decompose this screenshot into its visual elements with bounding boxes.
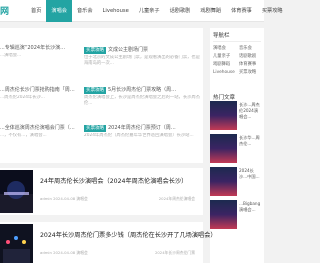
category-tag[interactable]: 买票攻略 [84,87,106,94]
article-tag[interactable]: 2024年长沙周杰伦门票 [155,250,195,256]
featured-item[interactable]: 买票攻略 5月长沙周杰伦门票攻略（周… 周杰伦演唱会上，长沙是周杰伦演唱会之后的一… [84,86,203,107]
tag-link[interactable]: 音乐会 [239,45,261,52]
featured-title[interactable]: 买票攻略 5月长沙周杰伦门票攻略（周… [84,86,203,95]
tag-link[interactable]: 体育赛事 [239,61,261,68]
tag-link[interactable]: Livehouse [213,69,235,76]
concert-image [0,224,33,263]
article-meta: admin 2024-04-08 演唱会 [40,196,88,201]
hot-articles-list: 长沙...周杰伦2024演唱会... 长沙华...周杰伦... 2024长沙..… [210,101,264,233]
featured-desc: 2024年周杰伦（周杰伦嘉年华世界巡回演唱会）长沙站... [84,133,194,138]
category-tag[interactable]: 买票攻略 [84,125,106,132]
tag-link[interactable]: 买票攻略 [239,69,261,76]
hot-article[interactable]: 长沙...周杰伦2024演唱会... [210,101,264,130]
tag-link[interactable]: 话剧歌剧 [239,53,261,60]
site-logo[interactable]: 网 [0,4,9,17]
tag-link[interactable]: 演唱会 [213,45,235,52]
nav-dance[interactable]: 戏剧舞蹈 [195,0,226,22]
sidebar-title: 导航栏 [213,31,261,42]
nav-drama[interactable]: 话剧歌剧 [165,0,196,22]
featured-title-text[interactable]: 文成公主剧场门票 [108,47,148,53]
featured-title-text[interactable]: 2024年周杰伦门票预订（周… [108,125,176,131]
nav-concert[interactable]: 演唱会 [46,0,72,22]
article-thumbnail[interactable] [0,170,33,213]
hot-article-thumbnail[interactable] [210,101,237,130]
nav-livehouse[interactable]: Livehouse [98,0,134,22]
nav-ticket-guide[interactable]: 买票攻略 [257,0,288,22]
nav-sports[interactable]: 体育赛事 [226,0,257,22]
article-tag[interactable]: 2024年周杰伦演唱会 [159,196,195,202]
featured-item[interactable]: 买票攻略 2024年周杰伦门票预订（周… 2024年周杰伦（周杰伦嘉年华世界巡回演… [84,124,203,145]
article-title[interactable]: 24年周杰伦长沙演唱会（2024年周杰伦演唱会长沙） [40,176,187,185]
category-tag[interactable]: 买票攻略 [84,47,106,54]
featured-section: ...专辑巡演“2024年长沙演… ...演唱会... ...周杰伦长沙门票抢购… [0,28,203,163]
article-thumbnail[interactable] [0,224,33,263]
nav-home[interactable]: 首页 [26,0,46,22]
article-card[interactable]: 2024年长沙周杰伦门票多少钱（周杰伦在长沙开了几场演唱会） admin 202… [0,222,217,263]
top-bar: 网 首页 演唱会 音乐会 Livehouse 儿童亲子 话剧歌剧 戏剧舞蹈 体育… [0,0,283,22]
featured-title[interactable]: 买票攻略 2024年周杰伦门票预订（周… [84,124,203,133]
article-card[interactable]: 24年周杰伦长沙演唱会（2024年周杰伦演唱会长沙） admin 2024-04… [0,168,203,215]
hot-article-thumbnail[interactable] [210,200,237,229]
hot-article-thumbnail[interactable] [210,167,237,196]
hot-article-thumbnail[interactable] [210,134,237,163]
nav-kids[interactable]: 儿童亲子 [134,0,165,22]
hot-article-title[interactable]: 长沙...周杰伦2024演唱会... [237,101,264,130]
article-title[interactable]: 2024年长沙周杰伦门票多少钱（周杰伦在长沙开了几场演唱会） [40,230,217,239]
hot-article-title[interactable]: 长沙华...周杰伦... [237,134,264,163]
hot-article-title[interactable]: ...Bigbang演唱会... [237,200,264,229]
hot-article-title[interactable]: 2024长沙...中国... [237,167,264,196]
hot-article[interactable]: 2024长沙...中国... [210,167,264,196]
nav-music[interactable]: 音乐会 [72,0,98,22]
featured-desc: 周杰伦演唱会上，长沙是周杰伦演唱会之后的一站，长沙周杰伦... [84,95,201,106]
tag-link[interactable]: 戏剧舞蹈 [213,61,235,68]
tag-list: 演唱会 音乐会 儿童亲子 话剧歌剧 戏剧舞蹈 体育赛事 Livehouse 买票… [210,42,264,79]
featured-item[interactable]: 买票攻略 文成公主剧场门票 位于北京的文成公主剧场门票，是观看演出的必备门票，也是… [84,46,203,67]
main-nav: 首页 演唱会 音乐会 Livehouse 儿童亲子 话剧歌剧 戏剧舞蹈 体育赛事… [26,0,288,22]
tag-link[interactable]: 儿童亲子 [213,53,235,60]
hot-article[interactable]: 长沙华...周杰伦... [210,134,264,163]
featured-desc: 位于北京的文成公主剧场门票，是观看演出的必备门票，也是海南岛的一次... [84,55,201,66]
article-meta: admin 2024-04-08 演唱会 [40,250,88,255]
featured-title-text[interactable]: 5月长沙周杰伦门票攻略（周… [108,87,176,93]
concert-image [0,170,33,213]
featured-title[interactable]: 买票攻略 文成公主剧场门票 [84,46,203,55]
hot-article[interactable]: ...Bigbang演唱会... [210,200,264,229]
